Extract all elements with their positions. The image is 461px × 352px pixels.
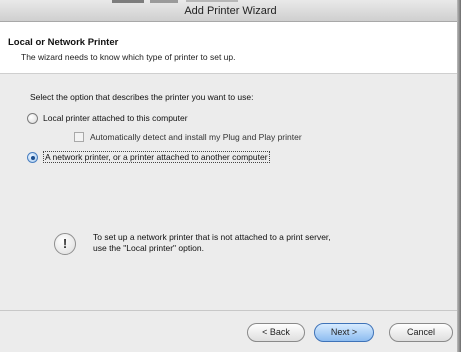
local-printer-label[interactable]: Local printer attached to this computer [43, 113, 188, 123]
background-window-strip [112, 0, 144, 3]
exclamation-icon: ! [54, 233, 76, 255]
network-printer-radio[interactable] [27, 151, 38, 163]
plug-and-play-label[interactable]: Automatically detect and install my Plug… [90, 132, 302, 142]
plug-and-play-option[interactable]: Automatically detect and install my Plug… [74, 132, 302, 142]
network-printer-label[interactable]: A network printer, or a printer attached… [43, 151, 270, 163]
network-printer-option[interactable]: A network printer, or a printer attached… [27, 150, 270, 164]
title-bar[interactable]: Add Printer Wizard [0, 0, 461, 22]
info-line: To set up a network printer that is not … [93, 232, 331, 242]
cancel-button[interactable]: Cancel [389, 323, 453, 342]
add-printer-wizard-window: Add Printer Wizard Local or Network Prin… [0, 0, 461, 352]
back-button[interactable]: < Back [247, 323, 305, 342]
local-printer-option[interactable]: Local printer attached to this computer [27, 111, 188, 125]
option-prompt: Select the option that describes the pri… [30, 92, 254, 102]
wizard-body: Select the option that describes the pri… [0, 74, 457, 310]
window-edge [457, 0, 461, 352]
page-subtitle: The wizard needs to know which type of p… [21, 52, 236, 62]
info-message: To set up a network printer that is not … [93, 232, 331, 254]
window-title: Add Printer Wizard [184, 5, 277, 17]
wizard-header: Local or Network Printer The wizard need… [0, 22, 457, 74]
wizard-footer: < Back Next > Cancel [0, 310, 457, 352]
info-line: use the "Local printer" option. [93, 243, 204, 253]
background-window-strip [186, 0, 238, 2]
page-title: Local or Network Printer [8, 37, 119, 48]
local-printer-radio[interactable] [27, 112, 38, 124]
next-button[interactable]: Next > [314, 323, 374, 342]
plug-and-play-checkbox[interactable] [74, 132, 84, 142]
background-window-strip [150, 0, 178, 3]
